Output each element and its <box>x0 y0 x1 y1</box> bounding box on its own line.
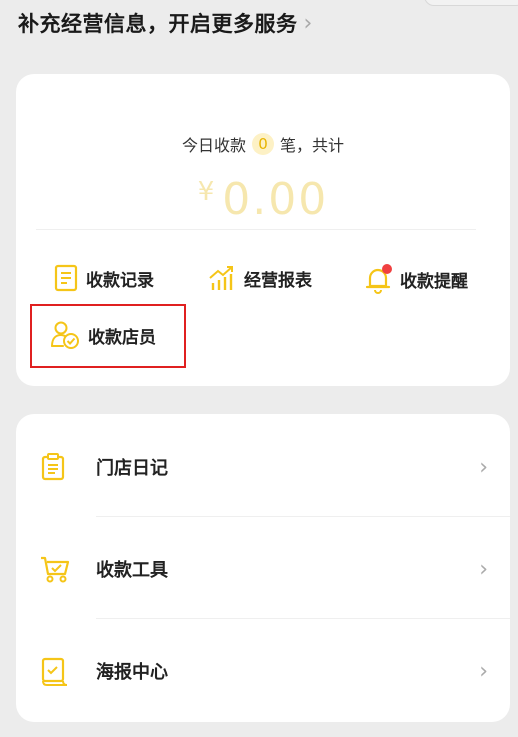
payment-reminder-button[interactable]: 收款提醒 <box>364 264 468 294</box>
top-pill <box>424 0 518 6</box>
amount-value: 0.00 <box>222 174 329 225</box>
menu-item-label: 门店日记 <box>96 458 168 479</box>
divider <box>36 229 476 230</box>
growth-chart-icon <box>209 266 233 290</box>
feature-label: 经营报表 <box>244 270 312 291</box>
menu-item-poster-center[interactable]: 海报中心 › <box>16 620 510 722</box>
today-suffix: 笔，共计 <box>280 136 345 155</box>
chevron-right-icon: › <box>479 556 488 582</box>
today-count-badge: 0 <box>252 133 274 155</box>
feature-label: 收款提醒 <box>400 271 468 292</box>
menu-card: 门店日记 › 收款工具 › 海报中心 › <box>16 414 510 722</box>
cart-icon <box>41 556 70 583</box>
currency-symbol: ¥ <box>197 177 217 207</box>
chevron-right-icon: › <box>479 454 488 480</box>
menu-item-label: 收款工具 <box>96 560 168 581</box>
highlight-box <box>30 304 186 368</box>
today-label: 今日收款 <box>181 136 246 155</box>
clipboard-icon <box>41 453 65 481</box>
header-title: 补充经营信息，开启更多服务 <box>18 12 298 36</box>
bell-icon <box>365 264 392 294</box>
poster-icon <box>41 657 68 686</box>
row-divider <box>96 618 510 619</box>
menu-item-store-diary[interactable]: 门店日记 › <box>16 416 510 518</box>
feature-label: 收款记录 <box>86 270 154 291</box>
today-summary: 今日收款 0 笔，共计 <box>16 132 510 156</box>
chevron-right-icon: › <box>479 658 488 684</box>
menu-item-payment-tools[interactable]: 收款工具 › <box>16 518 510 620</box>
row-divider <box>96 516 510 517</box>
receipt-icon <box>54 264 78 292</box>
today-amount: ¥0.00 <box>16 174 510 225</box>
business-report-button[interactable]: 经营报表 <box>208 264 312 292</box>
payment-records-button[interactable]: 收款记录 <box>54 264 154 292</box>
chevron-right-icon: › <box>303 10 313 36</box>
summary-card: 今日收款 0 笔，共计 ¥0.00 收款记录 经营报表 收款提醒 收款店员 <box>16 74 510 386</box>
menu-item-label: 海报中心 <box>96 662 168 683</box>
notification-dot <box>382 264 392 274</box>
business-info-link[interactable]: 补充经营信息，开启更多服务 › <box>18 8 313 38</box>
